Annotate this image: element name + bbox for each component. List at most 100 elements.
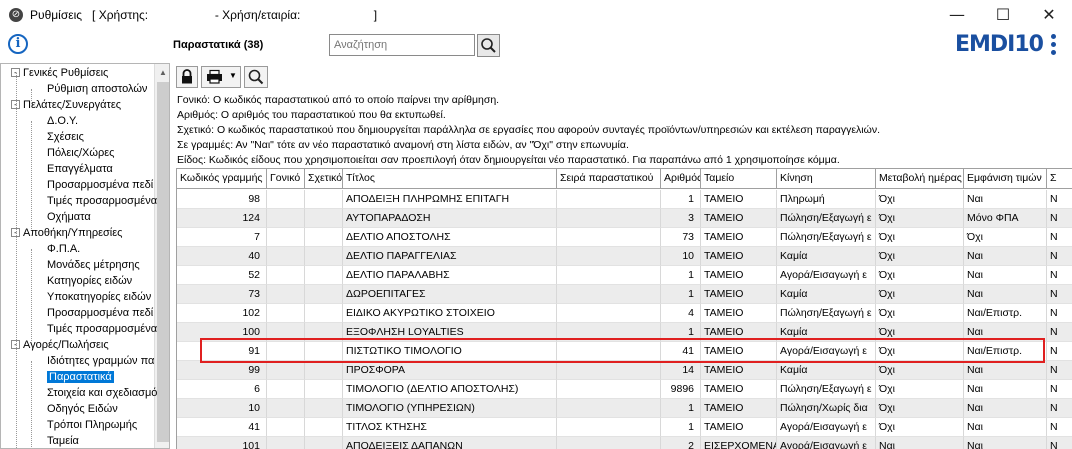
tree-item[interactable]: Μονάδες μέτρησης — [47, 257, 140, 273]
table-cell[interactable] — [305, 342, 343, 361]
table-cell[interactable]: 7 — [177, 228, 267, 247]
tree-item[interactable]: Υποκατηγορίες ειδών — [47, 289, 151, 305]
table-cell[interactable]: Ν — [1047, 437, 1072, 449]
table-cell[interactable] — [557, 323, 661, 342]
table-cell[interactable]: Όχι — [876, 266, 964, 285]
table-cell[interactable]: Όχι — [876, 399, 964, 418]
table-cell[interactable]: Όχι — [876, 380, 964, 399]
table-cell[interactable] — [305, 209, 343, 228]
table-row[interactable]: 73 ΔΩΡΟΕΠΙΤΑΓΕΣ 1 ΤΑΜΕΙΟ Καμία Όχι Ναι Ν — [177, 285, 1072, 304]
table-cell[interactable]: 2 — [661, 437, 701, 449]
column-header[interactable]: Αριθμός — [661, 169, 701, 189]
table-cell[interactable]: 41 — [177, 418, 267, 437]
find-button[interactable] — [244, 66, 268, 88]
table-cell[interactable] — [557, 228, 661, 247]
table-cell[interactable] — [267, 418, 305, 437]
table-cell[interactable] — [267, 247, 305, 266]
table-cell[interactable]: Ναι/Επιστρ. — [964, 342, 1047, 361]
tree-item[interactable]: Επαγγέλματα — [47, 161, 113, 177]
table-cell[interactable]: 1 — [661, 418, 701, 437]
table-cell[interactable]: ΔΕΛΤΙΟ ΑΠΟΣΤΟΛΗΣ — [343, 228, 557, 247]
table-cell[interactable]: Ναι — [964, 437, 1047, 449]
tree-group[interactable]: - Αποθήκη/Υπηρεσίες — [11, 225, 122, 241]
table-cell[interactable]: 101 — [177, 437, 267, 449]
table-cell[interactable]: 10 — [661, 247, 701, 266]
more-options-icon[interactable] — [1046, 32, 1060, 58]
tree-item[interactable]: Κατηγορίες ειδών — [47, 273, 132, 289]
table-cell[interactable]: Ν — [1047, 285, 1072, 304]
table-row[interactable]: 98 ΑΠΟΔΕΙΞΗ ΠΛΗΡΩΜΗΣ ΕΠΙΤΑΓΗ 1 ΤΑΜΕΙΟ Πληρωμ… — [177, 190, 1072, 209]
table-row[interactable]: 10 ΤΙΜΟΛΟΓΙΟ (ΥΠΗΡΕΣΙΩΝ) 1 ΤΑΜΕΙΟ Πώληση/Χωρ… — [177, 399, 1072, 418]
table-cell[interactable] — [305, 437, 343, 449]
table-cell[interactable]: 10 — [177, 399, 267, 418]
table-row[interactable]: 102 ΕΙΔΙΚΟ ΑΚΥΡΩΤΙΚΟ ΣΤΟΙΧΕΙΟ 4 ΤΑΜΕΙΟ Πώλησ… — [177, 304, 1072, 323]
table-cell[interactable]: Ν — [1047, 418, 1072, 437]
settings-tree[interactable]: ▲ - Γενικές Ρυθμίσεις Ρύθμιση αποστολών - Πε… — [0, 63, 170, 449]
table-cell[interactable]: Όχι — [876, 304, 964, 323]
tree-item[interactable]: Ιδιότητες γραμμών πα — [47, 353, 154, 369]
maximize-button[interactable]: ☐ — [983, 3, 1023, 27]
tree-item[interactable]: Φ.Π.Α. — [47, 241, 80, 257]
table-cell[interactable]: ΤΑΜΕΙΟ — [701, 380, 777, 399]
table-cell[interactable]: ΤΑΜΕΙΟ — [701, 190, 777, 209]
table-cell[interactable]: 91 — [177, 342, 267, 361]
table-cell[interactable] — [557, 304, 661, 323]
table-row[interactable]: 124 ΑΥΤΟΠΑΡΑΔΟΣΗ 3 ΤΑΜΕΙΟ Πώληση/Εξαγωγή ε Όχ… — [177, 209, 1072, 228]
column-header[interactable]: Μεταβολή ημέρας — [876, 169, 964, 189]
table-cell[interactable]: Όχι — [876, 228, 964, 247]
table-cell[interactable]: ΔΕΛΤΙΟ ΠΑΡΑΛΑΒΗΣ — [343, 266, 557, 285]
sidebar-scroll-thumb[interactable] — [157, 82, 169, 442]
table-cell[interactable]: Ναι — [964, 285, 1047, 304]
table-cell[interactable]: Όχι — [876, 342, 964, 361]
table-cell[interactable]: 9896 — [661, 380, 701, 399]
table-cell[interactable]: Πώληση/Εξαγωγή ε — [777, 209, 876, 228]
table-cell[interactable]: Ν — [1047, 399, 1072, 418]
table-cell[interactable] — [267, 361, 305, 380]
column-header[interactable]: Σχετικό — [305, 169, 343, 189]
table-cell[interactable]: Ναι — [964, 418, 1047, 437]
table-cell[interactable]: 14 — [661, 361, 701, 380]
table-cell[interactable]: Ν — [1047, 323, 1072, 342]
tree-group[interactable]: - Αγορές/Πωλήσεις — [11, 337, 109, 353]
table-cell[interactable] — [305, 190, 343, 209]
column-header[interactable]: Γονικό — [267, 169, 305, 189]
table-cell[interactable]: ΑΠΟΔΕΙΞΕΙΣ ΔΑΠΑΝΩΝ — [343, 437, 557, 449]
tree-item[interactable]: Ταμεία — [47, 433, 79, 448]
column-header[interactable]: Κωδικός γραμμής — [177, 169, 267, 189]
table-cell[interactable] — [267, 228, 305, 247]
table-cell[interactable] — [557, 190, 661, 209]
table-cell[interactable]: Καμία — [777, 247, 876, 266]
table-cell[interactable] — [305, 304, 343, 323]
search-button[interactable] — [477, 34, 500, 57]
table-row[interactable]: 91 ΠΙΣΤΩΤΙΚΟ ΤΙΜΟΛΟΓΙΟ 41 ΤΑΜΕΙΟ Αγορά/Εισαγ… — [177, 342, 1072, 361]
table-cell[interactable]: ΤΙΤΛΟΣ ΚΤΗΣΗΣ — [343, 418, 557, 437]
scroll-up-arrow-icon[interactable]: ▲ — [155, 64, 169, 81]
table-cell[interactable]: Όχι — [876, 361, 964, 380]
table-cell[interactable] — [557, 399, 661, 418]
column-header[interactable]: Σ — [1047, 169, 1072, 189]
tree-item[interactable]: Παραστατικά — [47, 369, 114, 385]
tree-item[interactable]: Πόλεις/Χώρες — [47, 145, 114, 161]
tree-item[interactable]: Ρύθμιση αποστολών — [47, 81, 147, 97]
table-cell[interactable]: Καμία — [777, 361, 876, 380]
table-cell[interactable]: ΠΡΟΣΦΟΡΑ — [343, 361, 557, 380]
table-cell[interactable]: 4 — [661, 304, 701, 323]
table-cell[interactable] — [267, 399, 305, 418]
table-cell[interactable]: ΤΑΜΕΙΟ — [701, 209, 777, 228]
table-cell[interactable]: ΤΑΜΕΙΟ — [701, 247, 777, 266]
column-header[interactable]: Εμφάνιση τιμών — [964, 169, 1047, 189]
table-cell[interactable] — [557, 361, 661, 380]
table-cell[interactable]: ΔΩΡΟΕΠΙΤΑΓΕΣ — [343, 285, 557, 304]
table-cell[interactable]: ΕΞΟΦΛΗΣΗ LOYALTIES — [343, 323, 557, 342]
table-cell[interactable]: Όχι — [876, 418, 964, 437]
table-cell[interactable]: ΤΑΜΕΙΟ — [701, 285, 777, 304]
tree-item[interactable]: Τιμές προσαρμοσμένα — [47, 321, 157, 337]
table-cell[interactable]: Όχι — [876, 285, 964, 304]
table-cell[interactable] — [267, 380, 305, 399]
table-row[interactable]: 7 ΔΕΛΤΙΟ ΑΠΟΣΤΟΛΗΣ 73 ΤΑΜΕΙΟ Πώληση/Εξαγωγή … — [177, 228, 1072, 247]
table-cell[interactable]: Ναι — [964, 190, 1047, 209]
table-cell[interactable]: Πώληση/Εξαγωγή ε — [777, 304, 876, 323]
tree-item[interactable]: Προσαρμοσμένα πεδί — [47, 305, 153, 321]
table-cell[interactable]: Αγορά/Εισαγωγή ε — [777, 266, 876, 285]
table-cell[interactable] — [557, 285, 661, 304]
